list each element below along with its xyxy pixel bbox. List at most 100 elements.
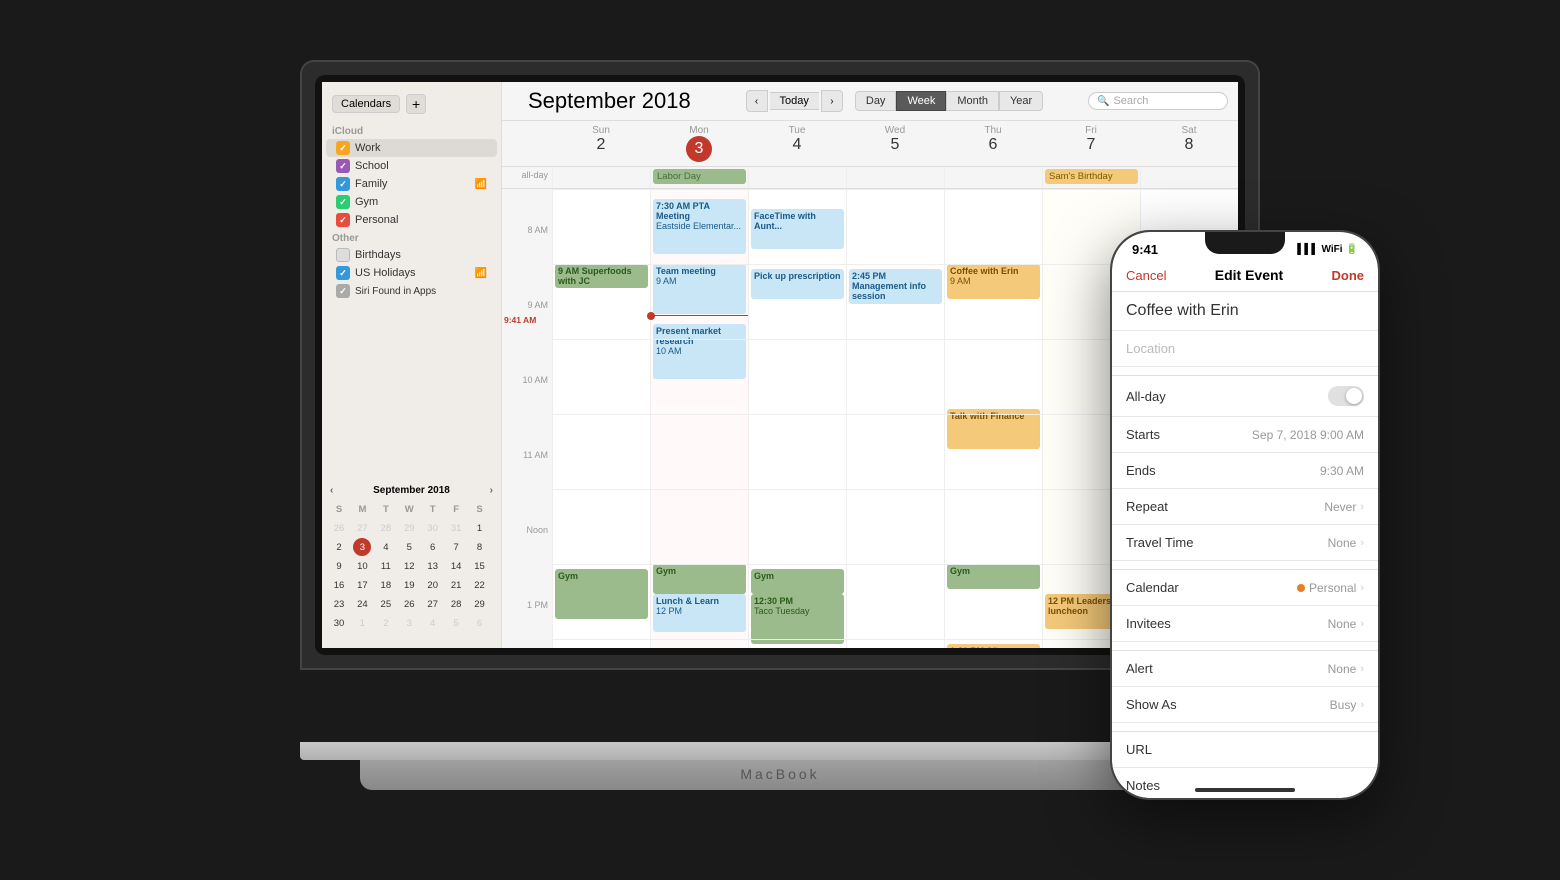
day-col-mon[interactable]: 7:30 AM PTA Meeting Eastside Elementar..… [650, 189, 748, 648]
notes-row[interactable]: Notes [1112, 768, 1378, 798]
repeat-row[interactable]: Repeat Never › [1112, 489, 1378, 525]
alert-chevron: › [1360, 663, 1364, 675]
toolbar: September 2018 ‹ Today › Day [502, 82, 1238, 121]
show-as-chevron: › [1360, 699, 1364, 711]
repeat-value: Never [1324, 500, 1356, 514]
repeat-label: Repeat [1126, 499, 1324, 514]
all-day-row-iphone[interactable]: All-day [1112, 376, 1378, 417]
month-view-button[interactable]: Month [946, 91, 999, 111]
header-tue[interactable]: Tue 4 [748, 121, 846, 166]
event-gym-mon[interactable]: Gym [653, 564, 746, 594]
sidebar-item-siri[interactable]: Siri Found in Apps [326, 282, 497, 300]
mini-cal-month: September 2018 [373, 485, 450, 496]
header-thu[interactable]: Thu 6 [944, 121, 1042, 166]
event-coffee-erin[interactable]: Coffee with Erin 9 AM [947, 264, 1040, 299]
all-day-toggle[interactable] [1328, 386, 1364, 406]
add-calendar-button[interactable]: + [406, 94, 426, 114]
event-afternoon-bike[interactable]: 1:30 PM Afternoon bike ride [947, 644, 1040, 648]
sidebar-item-birthdays[interactable]: Birthdays [326, 246, 497, 264]
travel-row[interactable]: Travel Time None › [1112, 525, 1378, 561]
family-label: Family [355, 178, 387, 190]
time-8am: 8 AM [527, 225, 548, 235]
year-view-button[interactable]: Year [999, 91, 1043, 111]
invitees-chevron: › [1360, 618, 1364, 630]
prev-week-button[interactable]: ‹ [746, 90, 768, 112]
mini-cal-next[interactable]: › [490, 485, 493, 496]
allday-mon[interactable]: Labor Day [650, 167, 748, 188]
ends-row[interactable]: Ends 9:30 AM [1112, 453, 1378, 489]
event-present-market[interactable]: Present market research 10 AM [653, 324, 746, 379]
week-view-button[interactable]: Week [896, 91, 946, 111]
alert-row[interactable]: Alert None › [1112, 651, 1378, 687]
header-mon[interactable]: Mon 3 [650, 121, 748, 166]
calendars-button[interactable]: Calendars [332, 95, 400, 113]
cancel-button[interactable]: Cancel [1126, 268, 1166, 283]
search-box[interactable]: 🔍 Search [1088, 92, 1228, 110]
sidebar-item-school[interactable]: School [326, 157, 497, 175]
show-as-value: Busy [1330, 698, 1357, 712]
time-10am: 10 AM [522, 375, 548, 385]
show-as-row[interactable]: Show As Busy › [1112, 687, 1378, 723]
starts-row[interactable]: Starts Sep 7, 2018 9:00 AM [1112, 417, 1378, 453]
sidebar-item-gym[interactable]: Gym [326, 193, 497, 211]
day-col-wed[interactable]: 2:45 PM Management info session Project … [846, 189, 944, 648]
calendar-row[interactable]: Calendar Personal › [1112, 570, 1378, 606]
sams-birthday-event[interactable]: Sam's Birthday [1045, 169, 1138, 184]
sidebar-item-holidays[interactable]: US Holidays 📶 [326, 264, 497, 282]
allday-wed[interactable] [846, 167, 944, 188]
sidebar-item-personal[interactable]: Personal [326, 211, 497, 229]
invitees-value: None [1328, 617, 1357, 631]
time-9am: 9 AM [527, 300, 548, 310]
event-gym-thu[interactable]: Gym [947, 564, 1040, 589]
next-week-button[interactable]: › [821, 90, 843, 112]
event-superfoods[interactable]: 9 AM Superfoods with JC [555, 264, 648, 288]
day-col-thu[interactable]: Coffee with Erin 9 AM Talk with Finance … [944, 189, 1042, 648]
event-taco-tuesday[interactable]: 12:30 PM Taco Tuesday [751, 594, 844, 644]
allday-fri[interactable]: Sam's Birthday [1042, 167, 1140, 188]
allday-sun[interactable] [552, 167, 650, 188]
event-gym-sun[interactable]: Gym [555, 569, 648, 619]
location-field[interactable]: Location [1112, 331, 1378, 367]
labor-day-event[interactable]: Labor Day [653, 169, 746, 184]
header-sat[interactable]: Sat 8 [1140, 121, 1238, 166]
edit-event-header: Cancel Edit Event Done [1112, 261, 1378, 292]
calendar-header: Sun 2 Mon 3 Tue 4 [502, 121, 1238, 167]
allday-thu[interactable] [944, 167, 1042, 188]
allday-sat[interactable] [1140, 167, 1238, 188]
event-pickup-prescription[interactable]: Pick up prescription [751, 269, 844, 299]
header-fri[interactable]: Fri 7 [1042, 121, 1140, 166]
alert-section: Alert None › Show As Busy › [1112, 650, 1378, 723]
header-wed[interactable]: Wed 5 [846, 121, 944, 166]
starts-value: Sep 7, 2018 9:00 AM [1252, 428, 1364, 442]
search-placeholder: Search [1113, 95, 1148, 107]
today-button[interactable]: Today [770, 92, 819, 110]
done-button[interactable]: Done [1332, 268, 1365, 283]
event-facetime[interactable]: FaceTime with Aunt... [751, 209, 844, 249]
sidebar-item-work[interactable]: Work [326, 139, 497, 157]
day-view-button[interactable]: Day [855, 91, 897, 111]
url-row[interactable]: URL [1112, 732, 1378, 768]
event-lunch-learn[interactable]: Lunch & Learn 12 PM [653, 594, 746, 632]
gym-calendar-dot [336, 195, 350, 209]
family-wifi-icon: 📶 [475, 179, 487, 190]
event-gym-tue[interactable]: Gym [751, 569, 844, 594]
family-calendar-dot [336, 177, 350, 191]
mini-cal-prev[interactable]: ‹ [330, 485, 333, 496]
status-icons: ▌▌▌ WiFi 🔋 [1297, 244, 1358, 255]
event-talk-finance[interactable]: Talk with Finance [947, 409, 1040, 449]
event-superfoods-title: 9 AM Superfoods with JC [558, 266, 645, 286]
ends-value: 9:30 AM [1320, 464, 1364, 478]
iphone-screen: 9:41 ▌▌▌ WiFi 🔋 Cancel Edit Event Done C… [1112, 232, 1378, 798]
event-team-meeting[interactable]: Team meeting 9 AM [653, 264, 746, 314]
header-sun[interactable]: Sun 2 [552, 121, 650, 166]
signal-icon: ▌▌▌ [1297, 244, 1318, 255]
event-management[interactable]: 2:45 PM Management info session [849, 269, 942, 304]
event-name-field[interactable]: Coffee with Erin [1112, 292, 1378, 331]
allday-tue[interactable] [748, 167, 846, 188]
iphone-time: 9:41 [1132, 242, 1158, 257]
sidebar-item-family[interactable]: Family 📶 [326, 175, 497, 193]
invitees-row[interactable]: Invitees None › [1112, 606, 1378, 642]
day-col-sun[interactable]: 9 AM Superfoods with JC Gym Weekly check… [552, 189, 650, 648]
event-pta[interactable]: 7:30 AM PTA Meeting Eastside Elementar..… [653, 199, 746, 254]
day-col-tue[interactable]: FaceTime with Aunt... Pick up prescripti… [748, 189, 846, 648]
